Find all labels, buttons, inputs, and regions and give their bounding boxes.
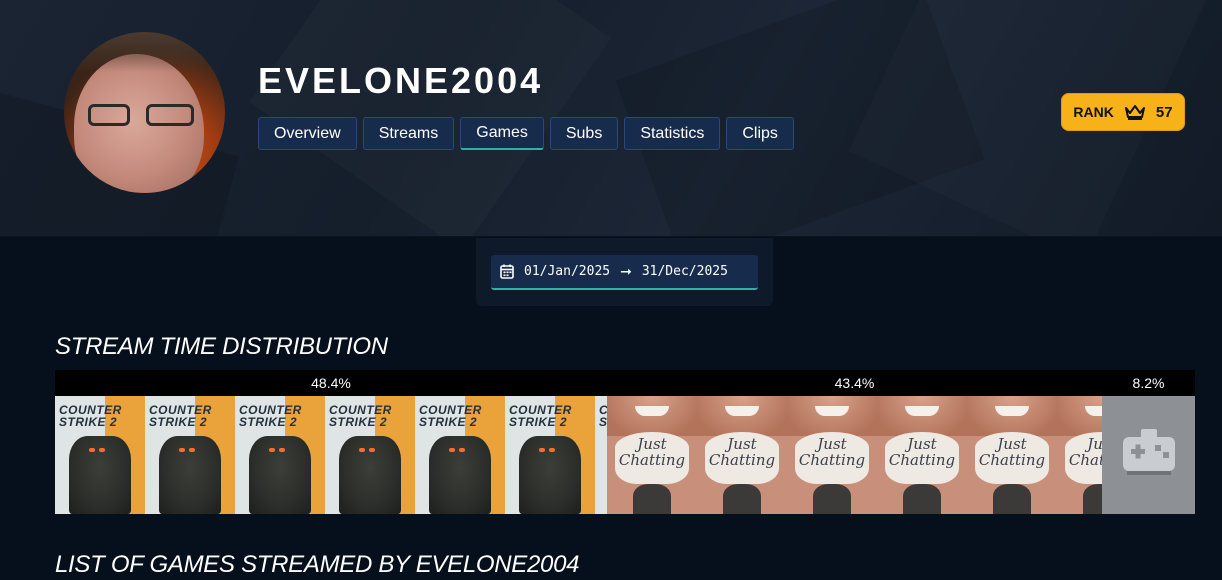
distribution-title: STREAM TIME DISTRIBUTION xyxy=(55,333,388,360)
tab-games[interactable]: Games xyxy=(460,117,544,150)
tab-clips[interactable]: Clips xyxy=(726,117,794,150)
just-chatting-logo-text: Just Chatting xyxy=(798,435,866,469)
cs2-logo-text: COUNTER STRIKE 2 xyxy=(329,403,392,429)
rank-value: 57 xyxy=(1155,103,1173,121)
just-chatting-tile: Just Chatting xyxy=(1057,396,1102,514)
segment-percent: 8.2% xyxy=(1102,370,1195,396)
just-chatting-logo-text: Just Chatting xyxy=(1068,435,1102,469)
just-chatting-logo-text: Just Chatting xyxy=(978,435,1046,469)
stream-time-distribution: 48.4% COUNTER STRIKE 2 COUNTER STRIKE 2 CO… xyxy=(55,370,1195,514)
counter-strike-tile: COUNTER STRIKE 2 xyxy=(145,396,235,514)
date-range-picker[interactable]: 01/Jan/2025 ➞ 31/Dec/2025 xyxy=(491,255,758,290)
date-end: 31/Dec/2025 xyxy=(641,264,728,279)
games-list-title: LIST OF GAMES STREAMED BY EVELONE2004 xyxy=(55,551,580,578)
just-chatting-tile: Just Chatting xyxy=(787,396,877,514)
counter-strike-tile: COUNTER STRIKE 2 xyxy=(505,396,595,514)
date-range-panel: 01/Jan/2025 ➞ 31/Dec/2025 xyxy=(476,238,773,306)
gamepad-icon xyxy=(1122,429,1175,475)
tab-overview[interactable]: Overview xyxy=(258,117,357,150)
rank-label: RANK xyxy=(1073,104,1114,120)
profile-header: EVELONE2004 Overview Streams Games Subs … xyxy=(0,0,1222,237)
counter-strike-tile: COUNTER STRIKE 2 xyxy=(235,396,325,514)
calendar-icon xyxy=(500,264,514,279)
cs2-logo-text: COUNTER STRIKE 2 xyxy=(599,404,607,429)
profile-tabs: Overview Streams Games Subs Statistics C… xyxy=(258,117,794,150)
just-chatting-logo-text: Just Chatting xyxy=(888,435,956,469)
cs2-logo-text: COUNTER STRIKE 2 xyxy=(239,403,302,429)
segment-percent: 48.4% xyxy=(55,370,607,396)
counter-strike-tile: COUNTER STRIKE 2 xyxy=(595,396,607,514)
other-game-placeholder xyxy=(1102,396,1195,514)
just-chatting-logo-text: Just Chatting xyxy=(708,435,776,469)
cs2-logo-text: COUNTER STRIKE 2 xyxy=(509,403,572,429)
cs2-logo-text: COUNTER STRIKE 2 xyxy=(419,403,482,429)
counter-strike-tile: COUNTER STRIKE 2 xyxy=(55,396,145,514)
just-chatting-tile: Just Chatting xyxy=(877,396,967,514)
just-chatting-logo-text: Just Chatting xyxy=(618,435,686,469)
segment-counter-strike-2[interactable]: 48.4% COUNTER STRIKE 2 COUNTER STRIKE 2 CO… xyxy=(55,370,607,514)
avatar xyxy=(64,32,225,193)
username-heading: EVELONE2004 xyxy=(258,60,544,101)
just-chatting-tile: Just Chatting xyxy=(697,396,787,514)
segment-other[interactable]: 8.2% xyxy=(1102,370,1195,514)
date-start: 01/Jan/2025 xyxy=(524,264,611,279)
cs2-logo-text: COUNTER STRIKE 2 xyxy=(149,403,212,429)
counter-strike-2-cover: COUNTER STRIKE 2 COUNTER STRIKE 2 COUNTER … xyxy=(55,396,607,514)
counter-strike-tile: COUNTER STRIKE 2 xyxy=(415,396,505,514)
arrow-right-icon: ➞ xyxy=(620,263,632,280)
counter-strike-tile: COUNTER STRIKE 2 xyxy=(325,396,415,514)
tab-statistics[interactable]: Statistics xyxy=(624,117,721,150)
tab-subs[interactable]: Subs xyxy=(549,117,619,150)
rank-badge[interactable]: RANK 57 xyxy=(1061,93,1185,131)
just-chatting-tile: Just Chatting xyxy=(967,396,1057,514)
segment-just-chatting[interactable]: 43.4% Just Chatting Just Chatting Just Cha… xyxy=(607,370,1102,514)
just-chatting-cover: Just Chatting Just Chatting Just Chatting J… xyxy=(607,396,1102,514)
just-chatting-tile: Just Chatting xyxy=(607,396,697,514)
tab-streams[interactable]: Streams xyxy=(362,117,455,150)
segment-percent: 43.4% xyxy=(607,370,1102,396)
cs2-logo-text: COUNTER STRIKE 2 xyxy=(59,403,122,429)
crown-icon xyxy=(1124,105,1145,120)
